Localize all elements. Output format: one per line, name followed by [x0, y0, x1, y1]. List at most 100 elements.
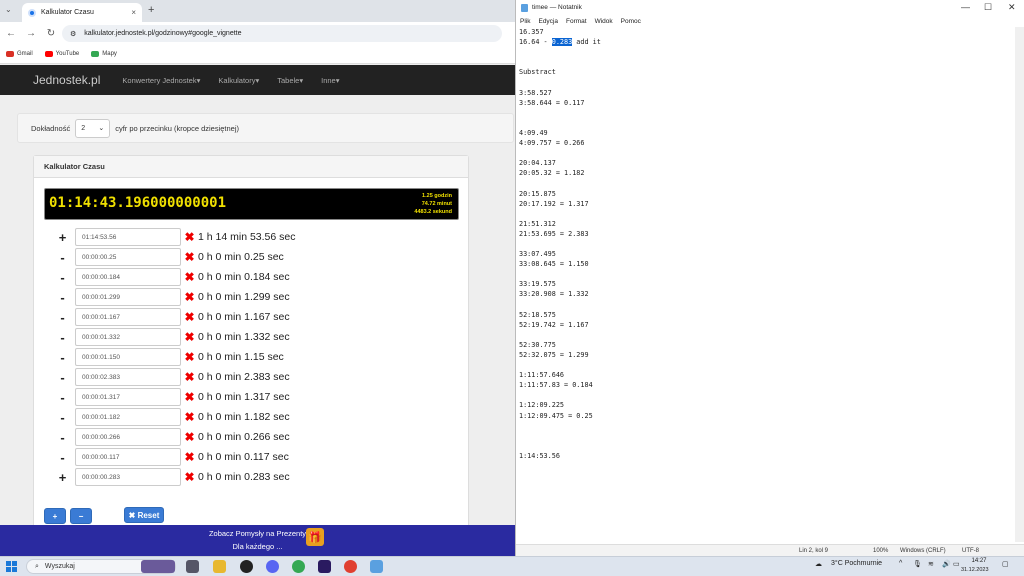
- reset-button[interactable]: ✖ Reset: [124, 507, 164, 523]
- promo-banner[interactable]: Zobacz Pomysły na Prezenty Dla każdego .…: [0, 525, 515, 556]
- site-info-icon[interactable]: ⚙: [70, 30, 76, 38]
- time-row: -00:00:00.266 ✖ 0 h 0 min 0.266 sec: [50, 427, 290, 447]
- notepad-menu-item-4[interactable]: Pomoc: [621, 18, 641, 25]
- row-sign[interactable]: -: [50, 270, 75, 285]
- time-row: +01:14:53.56 ✖ 1 h 14 min 53.56 sec: [50, 227, 295, 247]
- premiere-icon[interactable]: [318, 560, 331, 573]
- notepad-menu-item-2[interactable]: Format: [566, 18, 587, 25]
- remove-row-icon[interactable]: ✖: [183, 390, 196, 404]
- time-input[interactable]: 00:00:01.332: [75, 328, 181, 346]
- remove-row-icon[interactable]: ✖: [183, 410, 196, 424]
- promo-line2: Dla każdego ...: [232, 542, 283, 551]
- time-input[interactable]: 00:00:02.383: [75, 368, 181, 386]
- battery-icon[interactable]: ▭: [953, 560, 960, 568]
- precision-select[interactable]: 2 ⌄: [75, 118, 111, 138]
- site-menu-item-0[interactable]: Konwertery Jednostek▾: [122, 76, 200, 85]
- task-view-icon[interactable]: [186, 560, 199, 573]
- remove-row-icon[interactable]: ✖: [183, 350, 196, 364]
- bookmark-1[interactable]: YouTube: [44, 51, 79, 57]
- time-input[interactable]: 00:00:01.182: [75, 408, 181, 426]
- notepad-menu-item-1[interactable]: Edycja: [538, 18, 558, 25]
- weather-text[interactable]: 3°C Pochmurnie: [831, 560, 882, 567]
- reload-icon[interactable]: ↻: [46, 28, 56, 39]
- time-input[interactable]: 00:00:00.266: [75, 428, 181, 446]
- clock-time[interactable]: 14:27: [964, 558, 994, 564]
- notification-icon[interactable]: ▢: [1002, 560, 1009, 568]
- add-row-button[interactable]: +: [44, 508, 66, 524]
- row-sign[interactable]: -: [50, 250, 75, 265]
- maximize-icon[interactable]: ☐: [984, 2, 992, 13]
- discord-icon[interactable]: [266, 560, 279, 573]
- start-button[interactable]: [6, 561, 17, 572]
- wifi-icon[interactable]: ≋: [928, 560, 934, 568]
- close-icon[interactable]: ✕: [1008, 2, 1016, 13]
- subtract-row-button[interactable]: −: [70, 508, 92, 524]
- row-sign[interactable]: -: [50, 370, 75, 385]
- remove-row-icon[interactable]: ✖: [183, 370, 196, 384]
- remove-row-icon[interactable]: ✖: [183, 450, 196, 464]
- row-sign[interactable]: +: [50, 230, 75, 245]
- file-explorer-icon[interactable]: [213, 560, 226, 573]
- site-menu-item-1[interactable]: Kalkulatory▾: [218, 76, 259, 85]
- windows-logo-icon: [6, 561, 11, 566]
- search-highlight-icon[interactable]: [141, 560, 175, 573]
- time-input[interactable]: 00:00:01.317: [75, 388, 181, 406]
- time-input[interactable]: 00:00:01.150: [75, 348, 181, 366]
- bookmark-2[interactable]: Mapy: [91, 51, 117, 57]
- vertical-scrollbar[interactable]: [1015, 27, 1024, 542]
- time-input[interactable]: 00:00:01.167: [75, 308, 181, 326]
- remove-row-icon[interactable]: ✖: [183, 250, 196, 264]
- clock-date[interactable]: 31.12.2023: [961, 567, 989, 573]
- remove-row-icon[interactable]: ✖: [183, 290, 196, 304]
- chrome-profile-icon[interactable]: [344, 560, 357, 573]
- display-total: 01:14:43.196000000001: [49, 195, 227, 211]
- time-input[interactable]: 01:14:53.56: [75, 228, 181, 246]
- time-input[interactable]: 00:00:00.25: [75, 248, 181, 266]
- tab-kalkulator[interactable]: Kalkulator Czasu ×: [22, 3, 142, 22]
- github-icon[interactable]: [240, 560, 253, 573]
- address-bar[interactable]: ⚙ kalkulator.jednostek.pl/godzinowy#goog…: [62, 25, 502, 42]
- bookmark-icon: [44, 51, 53, 57]
- time-input[interactable]: 00:00:00.117: [75, 448, 181, 466]
- remove-row-icon[interactable]: ✖: [183, 330, 196, 344]
- row-result: 0 h 0 min 0.184 sec: [198, 271, 290, 283]
- remove-row-icon[interactable]: ✖: [183, 470, 196, 484]
- forward-icon[interactable]: →: [26, 28, 36, 39]
- chrome-icon[interactable]: [292, 560, 305, 573]
- row-sign[interactable]: -: [50, 310, 75, 325]
- mic-icon[interactable]: 🎙: [913, 560, 922, 568]
- row-sign[interactable]: -: [50, 450, 75, 465]
- time-input[interactable]: 00:00:01.299: [75, 288, 181, 306]
- remove-row-icon[interactable]: ✖: [183, 270, 196, 284]
- tab-close-icon[interactable]: ×: [131, 8, 136, 17]
- row-sign[interactable]: -: [50, 330, 75, 345]
- site-menu-item-2[interactable]: Tabele▾: [277, 76, 303, 85]
- site-menu-item-3[interactable]: Inne▾: [321, 76, 339, 85]
- site-brand[interactable]: Jednostek.pl: [33, 73, 100, 87]
- row-sign[interactable]: -: [50, 350, 75, 365]
- new-tab-button[interactable]: +: [148, 4, 154, 16]
- chevron-down-icon: ⌄: [98, 125, 105, 132]
- tab-search-icon[interactable]: ⌄: [5, 5, 12, 14]
- precision-suffix: cyfr po przecinku (kropce dziesiętnej): [115, 123, 240, 133]
- minimize-icon[interactable]: —: [961, 2, 970, 12]
- back-icon[interactable]: ←: [6, 28, 16, 39]
- remove-row-icon[interactable]: ✖: [183, 430, 196, 444]
- notepad-menu-item-3[interactable]: Widok: [595, 18, 613, 25]
- row-sign[interactable]: -: [50, 410, 75, 425]
- row-sign[interactable]: -: [50, 290, 75, 305]
- bookmark-0[interactable]: Gmail: [6, 51, 33, 57]
- notepad-text-area[interactable]: 16.357 16.64 - 0.283 add it Substract 3:…: [519, 27, 1014, 461]
- row-sign[interactable]: +: [50, 470, 75, 485]
- volume-icon[interactable]: 🔊: [942, 560, 951, 568]
- notepad-menu-item-0[interactable]: Plik: [520, 18, 530, 25]
- panel-title: Kalkulator Czasu: [34, 156, 468, 178]
- remove-row-icon[interactable]: ✖: [183, 310, 196, 324]
- row-sign[interactable]: -: [50, 430, 75, 445]
- row-sign[interactable]: -: [50, 390, 75, 405]
- notepad-taskbar-icon[interactable]: [370, 560, 383, 573]
- time-input[interactable]: 00:00:00.283: [75, 468, 181, 486]
- time-input[interactable]: 00:00:00.184: [75, 268, 181, 286]
- chevron-up-icon[interactable]: ^: [899, 560, 902, 567]
- remove-row-icon[interactable]: ✖: [183, 230, 196, 244]
